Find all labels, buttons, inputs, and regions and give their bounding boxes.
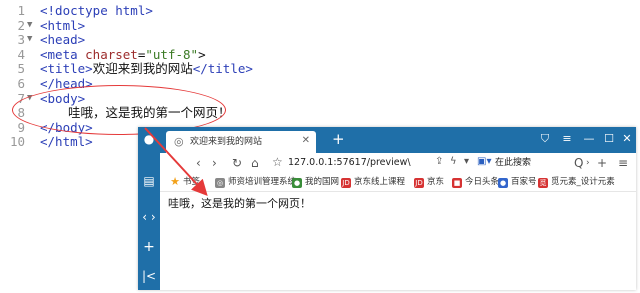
watermark: 头条号 / 堂洁T7r — [550, 274, 634, 287]
annotation-arrow — [144, 127, 208, 196]
